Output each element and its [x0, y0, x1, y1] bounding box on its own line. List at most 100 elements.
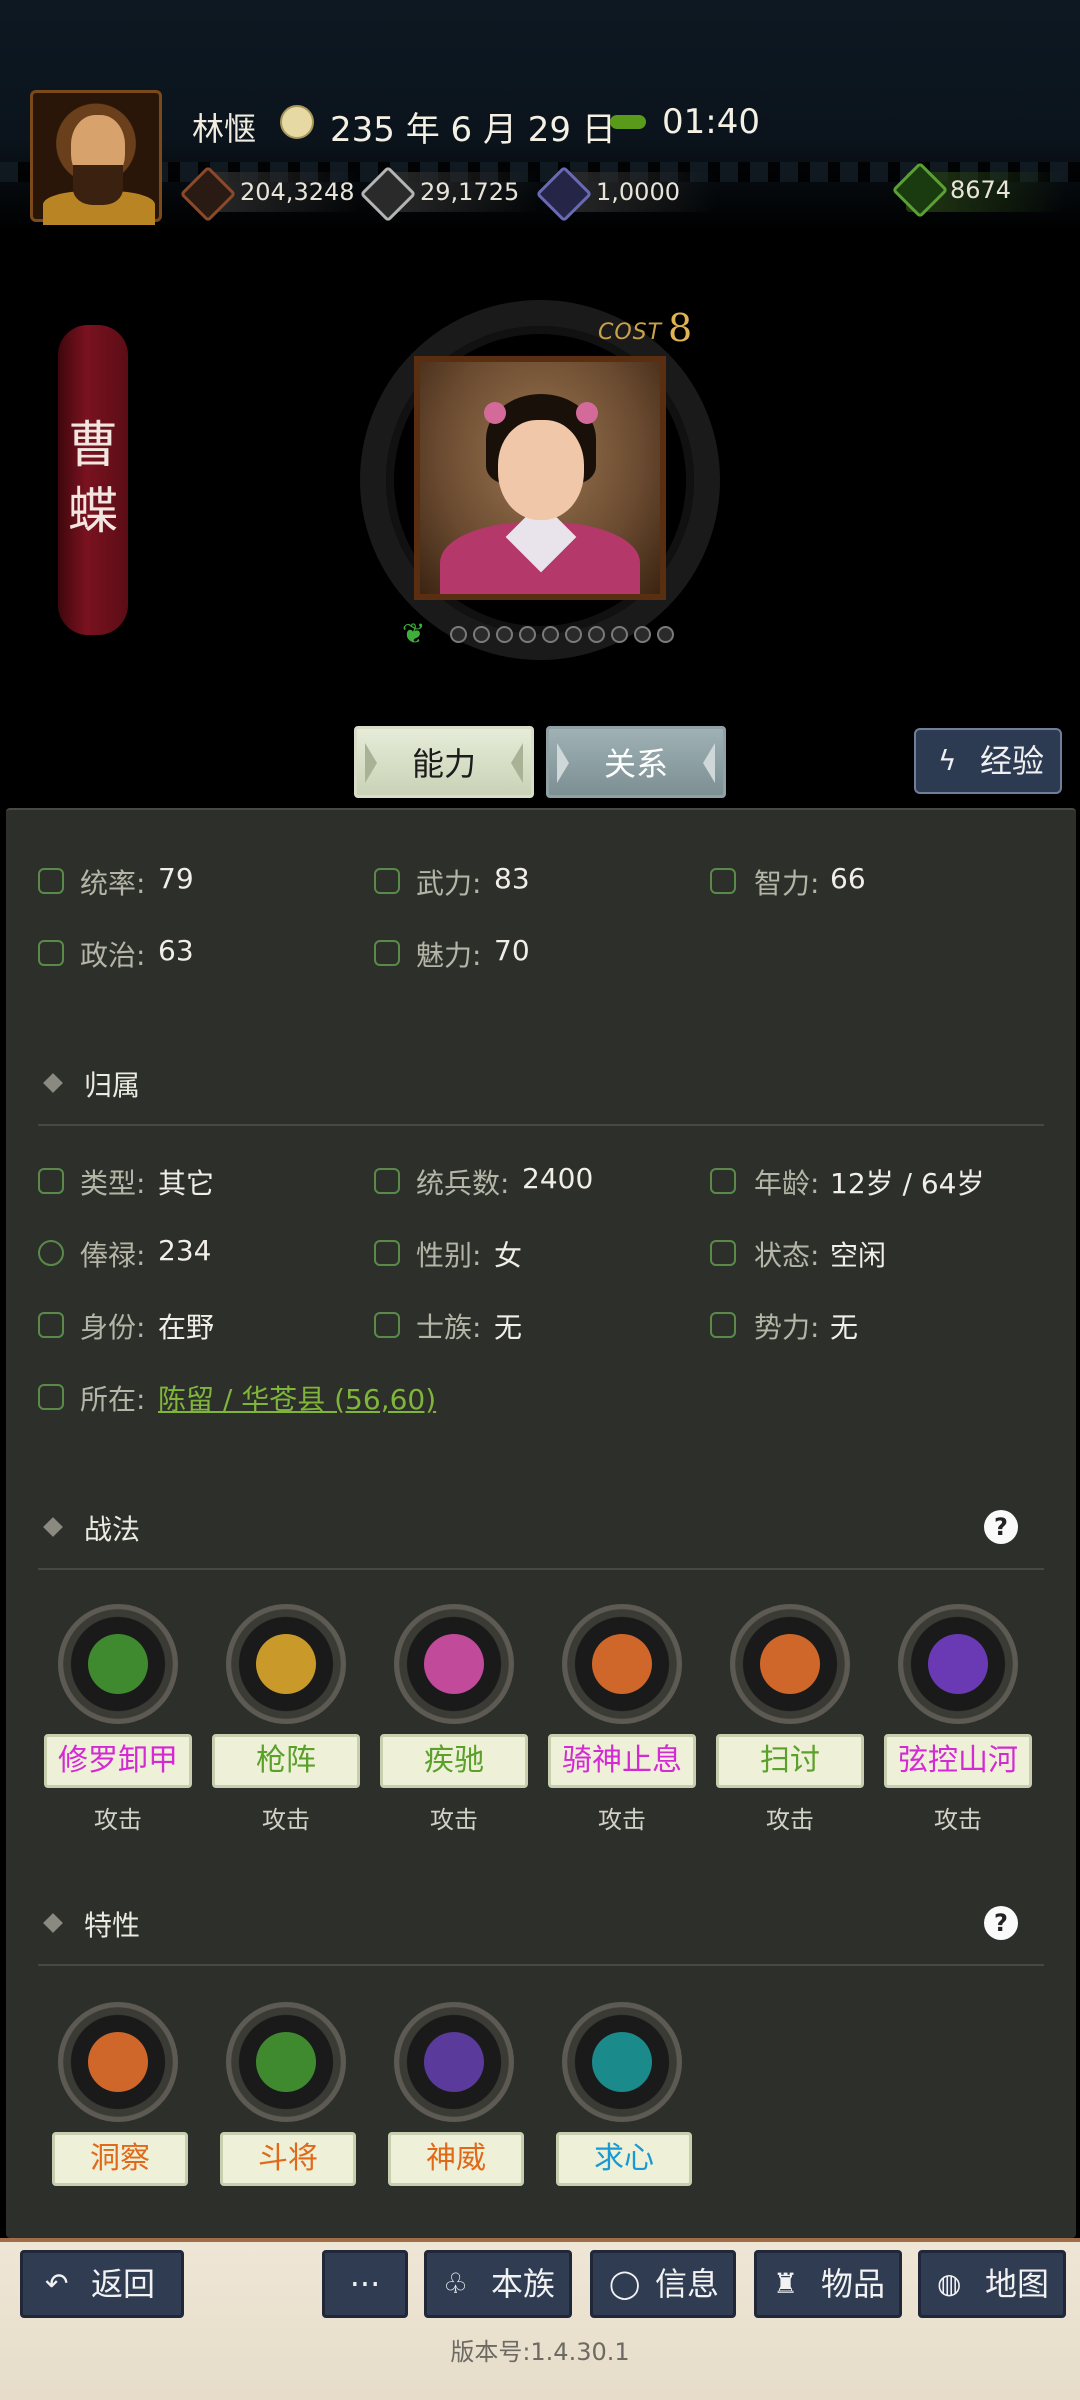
loyalty-dot	[496, 626, 513, 643]
location-label: 所在:	[80, 1383, 146, 1416]
skill-glyph	[256, 1634, 316, 1694]
tab-relation[interactable]: 关系	[546, 726, 726, 798]
tactic-type: 攻击	[430, 1806, 478, 1834]
resource-money-value: 204,3248	[240, 178, 355, 206]
tactic-type: 攻击	[94, 1806, 142, 1834]
map-button[interactable]: ◍ 地图	[918, 2250, 1066, 2318]
tab-arrow-right-icon	[703, 743, 715, 783]
section-traits-title: 特性	[84, 1909, 141, 1942]
chat-bubble-icon: ◯	[609, 2267, 641, 2300]
pouch-icon: ♜	[773, 2267, 799, 2300]
tactic-name[interactable]: 骑神止息	[548, 1734, 696, 1788]
loyalty-dot	[657, 626, 674, 643]
flag-icon	[38, 868, 64, 894]
stat-force-value: 83	[494, 862, 530, 895]
soldier-icon	[374, 1168, 400, 1194]
age-label: 年龄:	[754, 1167, 820, 1200]
trait-name[interactable]: 求心	[556, 2132, 692, 2186]
back-button[interactable]: ↶ 返回	[20, 2250, 184, 2318]
experience-button-label: 经验	[980, 742, 1045, 780]
horse-spear-icon[interactable]	[562, 1604, 682, 1724]
tab-arrow-left-icon	[365, 743, 377, 783]
brain-icon	[710, 868, 736, 894]
calendar-icon	[280, 105, 314, 139]
portrait-hair-bow-right	[576, 402, 598, 424]
eye-icon[interactable]	[58, 2002, 178, 2122]
identity-value: 在野	[158, 1311, 215, 1344]
faction-label: 势力:	[754, 1311, 820, 1344]
skill-glyph	[88, 2032, 148, 2092]
section-belonging-title: 归属	[84, 1069, 141, 1102]
skill-glyph	[424, 2032, 484, 2092]
stat-politics-value: 63	[158, 934, 194, 967]
tactic-name[interactable]: 枪阵	[212, 1734, 360, 1788]
character-portrait[interactable]	[414, 356, 666, 600]
back-arrow-icon: ↶	[45, 2267, 69, 2300]
stat-force-label: 武力:	[416, 867, 482, 900]
game-date: 235 年 6 月 29 日	[330, 110, 616, 150]
info-button[interactable]: ◯ 信息	[590, 2250, 736, 2318]
character-name-char-1: 曹	[68, 416, 118, 474]
location-icon	[38, 1384, 64, 1410]
tactic-name[interactable]: 疾驰	[380, 1734, 528, 1788]
game-time: 01:40	[662, 102, 760, 142]
loyalty-dots	[450, 626, 674, 643]
player-avatar[interactable]	[30, 90, 162, 225]
yen-icon	[38, 1240, 64, 1266]
tactic-type: 攻击	[598, 1806, 646, 1834]
resource-bag-value: 8674	[950, 176, 1012, 204]
tactic-name[interactable]: 修罗卸甲	[44, 1734, 192, 1788]
stat-charm-value: 70	[494, 934, 530, 967]
more-button[interactable]: ···	[322, 2250, 408, 2318]
loyalty-dot	[588, 626, 605, 643]
clan-icon	[374, 1312, 400, 1338]
spear-shield-icon[interactable]	[226, 1604, 346, 1724]
clan-button-label: 本族	[491, 2265, 556, 2303]
type-value: 其它	[158, 1167, 215, 1200]
eye-icon	[374, 940, 400, 966]
mountain-icon	[710, 1312, 736, 1338]
loyalty-dot	[611, 626, 628, 643]
portrait-hair-bow-left	[484, 402, 506, 424]
section-divider	[38, 1568, 1044, 1570]
sweep-icon[interactable]	[730, 1604, 850, 1724]
bow-fan-icon[interactable]	[898, 1604, 1018, 1724]
age-value: 12岁 / 64岁	[830, 1167, 985, 1200]
loyalty-dot	[473, 626, 490, 643]
trait-name[interactable]: 洞察	[52, 2132, 188, 2186]
trait-name[interactable]: 神威	[388, 2132, 524, 2186]
resource-soldiers-value: 1,0000	[596, 178, 680, 206]
arrows-icon[interactable]	[394, 1604, 514, 1724]
heart-icon: ❦	[402, 617, 426, 650]
stat-charm-label: 魅力:	[416, 939, 482, 972]
version-label: 版本号:1.4.30.1	[450, 2338, 630, 2366]
tactic-name[interactable]: 扫讨	[716, 1734, 864, 1788]
back-button-label: 返回	[91, 2265, 156, 2303]
tactic-type: 攻击	[934, 1806, 982, 1834]
clan-icon: ♧	[443, 2267, 469, 2300]
experience-button[interactable]: ϟ 经验	[914, 728, 1062, 794]
gender-icon	[374, 1240, 400, 1266]
clan-button[interactable]: ♧ 本族	[424, 2250, 572, 2318]
tactic-name[interactable]: 弦控山河	[884, 1734, 1032, 1788]
gender-label: 性别:	[416, 1239, 482, 1272]
skill-glyph	[88, 1634, 148, 1694]
demon-warrior-icon[interactable]	[58, 1604, 178, 1724]
tactics-help-button[interactable]: ?	[984, 1510, 1018, 1544]
player-name: 林惬	[192, 110, 257, 148]
skill-glyph	[592, 1634, 652, 1694]
hat-figure-icon[interactable]	[394, 2002, 514, 2122]
trait-name[interactable]: 斗将	[220, 2132, 356, 2186]
tactic-type: 攻击	[262, 1806, 310, 1834]
traits-help-button[interactable]: ?	[984, 1906, 1018, 1940]
globe-icon: ◍	[937, 2267, 962, 2300]
tab-ability[interactable]: 能力	[354, 726, 534, 798]
age-icon	[710, 1168, 736, 1194]
tab-ability-label: 能力	[411, 745, 476, 783]
heart-spade-icon[interactable]	[562, 2002, 682, 2122]
mask-icon[interactable]	[226, 2002, 346, 2122]
identity-label: 身份:	[80, 1311, 146, 1344]
items-button[interactable]: ♜ 物品	[754, 2250, 902, 2318]
skill-glyph	[424, 1634, 484, 1694]
location-link[interactable]: 陈留 / 华苍县 (56,60)	[158, 1378, 436, 1418]
